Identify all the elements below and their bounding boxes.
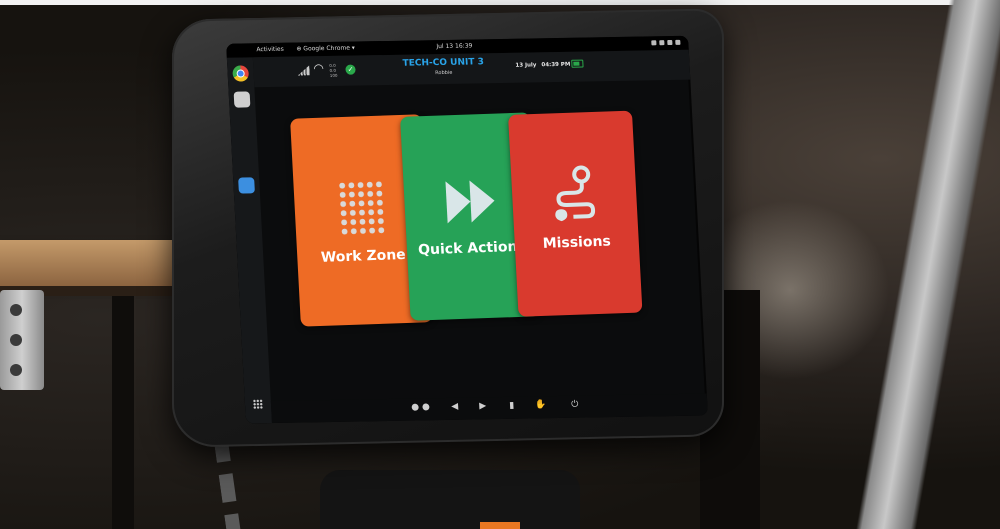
network-icon [659, 40, 665, 46]
system-clock[interactable]: Jul 13 16:39 [436, 39, 473, 54]
user-name: Robbie [435, 69, 453, 77]
metal-bracket [0, 290, 44, 390]
power-icon[interactable]: ⏻ [571, 400, 579, 410]
route-icon [555, 165, 596, 222]
missions-tile[interactable]: Missions [508, 110, 643, 317]
table-leg [112, 296, 134, 529]
stop-icon[interactable]: ▮ [509, 401, 514, 411]
unit-title: TECH-CO UNIT 3 [402, 57, 485, 69]
system-tray[interactable] [648, 36, 681, 51]
grid-icon [337, 179, 387, 238]
wifi-stat-quality: 100 [329, 72, 338, 78]
hand-icon[interactable]: ✋ [535, 400, 547, 410]
chrome-icon[interactable] [232, 65, 250, 82]
header-time: 04:39 PM [541, 61, 571, 69]
files-icon[interactable] [233, 91, 251, 108]
show-apps-icon[interactable] [252, 399, 264, 410]
back-icon[interactable]: ◀ [451, 402, 458, 412]
wifi-stats: 0.0 0.0 100 [329, 63, 337, 78]
volume-icon [667, 39, 673, 46]
mount-accent [480, 522, 520, 529]
app-header: ◠ 0.0 0.0 100 ✓ TECH-CO UNIT 3 Robbie 13… [252, 49, 691, 88]
fast-forward-icon [445, 180, 495, 224]
blue-app-icon[interactable] [238, 177, 255, 194]
forward-icon[interactable]: ▶ [479, 401, 486, 411]
tablet-screen: Activities ⊕ Google Chrome ▾ Jul 13 16:3… [226, 35, 708, 424]
activities-button[interactable]: Activities [256, 43, 284, 57]
bluetooth-icon [651, 40, 657, 46]
app-menu[interactable]: ⊕ Google Chrome ▾ [296, 42, 355, 57]
missions-label: Missions [542, 233, 612, 252]
signal-icon [297, 65, 310, 75]
device-mount [320, 470, 580, 529]
wheelchair-frame [840, 0, 1000, 529]
photo-background: Activities ⊕ Google Chrome ▾ Jul 13 16:3… [0, 0, 1000, 529]
tablet-device: Activities ⊕ Google Chrome ▾ Jul 13 16:3… [172, 8, 724, 448]
bottom-nav-bar: ● ● ◀ ▶ ▮ ✋ ⏻ [270, 393, 708, 424]
wifi-icon: ◠ [313, 61, 325, 76]
header-date: 13 July [515, 62, 537, 69]
status-check-icon: ✓ [345, 64, 356, 75]
battery-icon [571, 59, 584, 68]
app-dock [226, 57, 272, 424]
pager-dots[interactable]: ● ● [411, 402, 430, 412]
power-menu-icon [675, 39, 681, 45]
